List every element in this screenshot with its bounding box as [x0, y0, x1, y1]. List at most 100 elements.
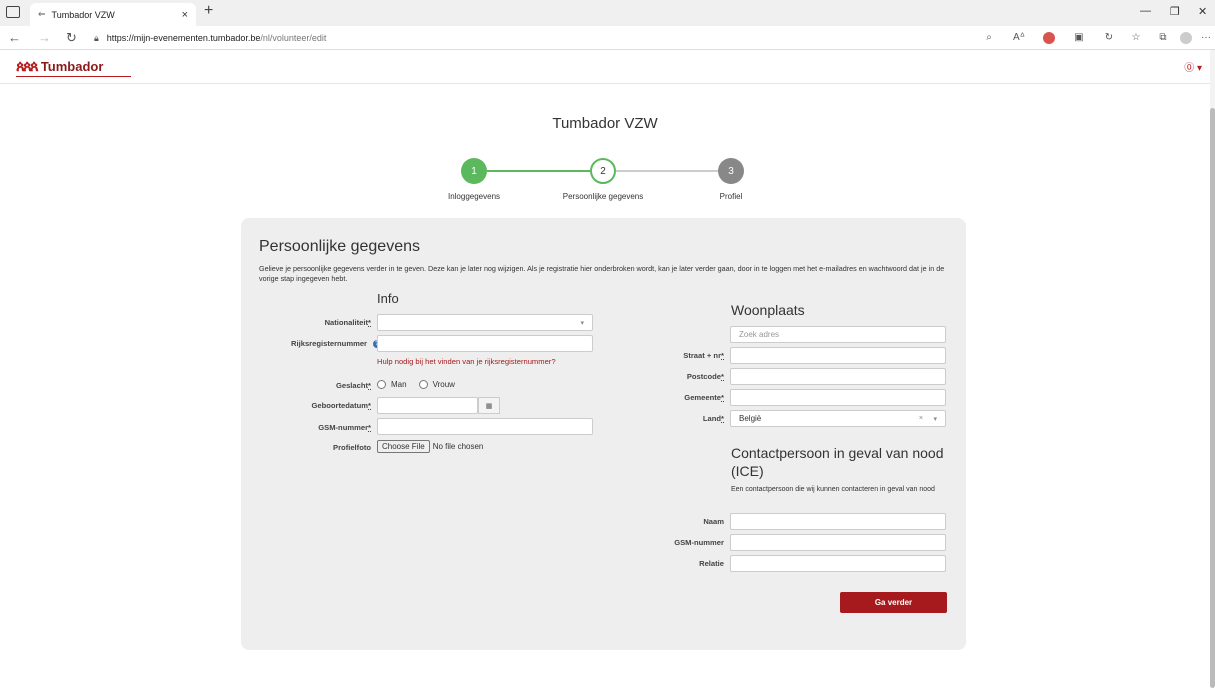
city-input[interactable] [730, 389, 946, 406]
street-label: Straat + nr* [601, 351, 724, 360]
photo-label: Profielfoto [333, 443, 371, 452]
new-tab-button[interactable]: + [204, 2, 213, 20]
file-status: No file chosen [432, 442, 484, 451]
scrollbar-thumb[interactable] [1210, 108, 1215, 688]
ice-gsm-label: GSM-nummer [674, 538, 724, 547]
step-1-circle: 1 [461, 158, 487, 184]
back-arrow-tab-icon: ⇐ [38, 9, 46, 19]
logo-text: Tumbador [40, 59, 104, 74]
ice-gsm-input[interactable] [730, 534, 946, 551]
back-icon[interactable]: ← [8, 30, 21, 45]
gender-radio-group: Man Vrouw [377, 380, 467, 389]
rrn-input[interactable] [377, 335, 593, 352]
gender-label: Geslacht* [261, 381, 371, 390]
sync-extension-icon[interactable]: ↻ [1103, 32, 1115, 44]
calendar-icon[interactable]: ▦ [478, 397, 500, 414]
city-label-text: Gemeente [684, 393, 722, 402]
ice-name-label: Naam [703, 517, 724, 526]
clear-icon[interactable]: × [919, 415, 923, 422]
forward-icon[interactable]: → [38, 30, 51, 45]
rrn-label: Rijksregisternummer? [251, 339, 381, 348]
city-label: Gemeente* [601, 393, 724, 402]
postcode-label: Postcode* [601, 372, 724, 381]
page-title: Tumbador VZW [552, 115, 658, 132]
gender-option-vrouw[interactable]: Vrouw [418, 380, 455, 389]
rrn-label-text: Rijksregisternummer [291, 339, 367, 348]
tab-title: Tumbador VZW [51, 9, 115, 20]
birthdate-label: Geboortedatum* [261, 401, 371, 410]
ice-name-input[interactable] [730, 513, 946, 530]
collections-icon[interactable]: ⧉ [1157, 32, 1169, 44]
nationality-label: Nationaliteit* [261, 318, 371, 327]
residence-section-title: Woonplaats [731, 302, 805, 318]
step-connector-todo [616, 170, 718, 172]
favorites-icon[interactable]: ☆ [1130, 32, 1142, 44]
tumbador-logo[interactable]: ጰጰጰ Tumbador [16, 58, 103, 75]
step-2-label: Persoonlijke gegevens [562, 192, 644, 201]
gender-option-label: Man [391, 380, 407, 389]
close-window-icon[interactable]: ✕ [1198, 5, 1207, 18]
country-value: België [739, 414, 762, 423]
url-field[interactable]: 🔒︎ https://mijn-evenementen.tumbador.be /… [94, 30, 980, 46]
radio-button[interactable] [418, 380, 428, 389]
required-mark: * [721, 372, 724, 381]
gsm-label: GSM-nummer* [261, 423, 371, 432]
required-mark: * [721, 351, 724, 360]
required-mark: * [721, 393, 724, 402]
street-input[interactable] [730, 347, 946, 364]
refresh-icon[interactable]: ↻ [66, 30, 77, 46]
gsm-input[interactable] [377, 418, 593, 435]
extension-icon[interactable]: ▣ [1073, 32, 1085, 44]
close-tab-icon[interactable]: × [182, 9, 188, 21]
nationality-label-text: Nationaliteit [324, 318, 369, 327]
ice-section-title: Contactpersoon in geval van nood (ICE) [731, 445, 944, 479]
country-select[interactable]: België × ▾ [730, 410, 946, 427]
page-scrollbar[interactable] [1210, 50, 1215, 688]
adblock-extension-icon[interactable] [1043, 32, 1055, 44]
url-base: https://mijn-evenementen.tumbador.be [106, 33, 261, 43]
tab-actions-icon[interactable] [6, 6, 20, 18]
postcode-input[interactable] [730, 368, 946, 385]
birthdate-input[interactable] [377, 397, 478, 414]
user-menu-dropdown[interactable]: ⓪ ▾ [1184, 59, 1202, 74]
read-aloud-icon[interactable]: Aᐞ [1013, 32, 1025, 44]
required-mark: * [368, 423, 371, 432]
maximize-icon[interactable]: ❐ [1170, 5, 1180, 18]
wizard-steps: 1 2 3 Inloggegevens Persoonlijke gegeven… [0, 155, 1210, 205]
step-3-circle: 3 [718, 158, 744, 184]
required-mark: * [721, 414, 724, 423]
chevron-down-icon: ▾ [580, 319, 584, 327]
more-menu-icon[interactable]: ··· [1200, 32, 1212, 44]
required-mark: * [368, 401, 371, 410]
profile-avatar-icon[interactable] [1180, 32, 1192, 44]
nationality-select[interactable]: ▾ [377, 314, 593, 331]
address-search-input[interactable]: Zoek adres [730, 326, 946, 343]
required-mark: * [368, 318, 371, 327]
birthdate-label-text: Geboortedatum [311, 401, 369, 410]
photo-file-input: Choose File No file chosen [377, 440, 483, 453]
address-bar: ← → ↻ 🔒︎ https://mijn-evenementen.tumbad… [0, 26, 1215, 50]
choose-file-button[interactable]: Choose File [377, 440, 430, 453]
url-path: /nl/volunteer/edit [260, 33, 327, 43]
ice-relation-input[interactable] [730, 555, 946, 572]
ice-description: Een contactpersoon die wij kunnen contac… [731, 486, 935, 493]
minimize-icon[interactable]: — [1140, 5, 1151, 17]
browser-tab[interactable]: ⇐ Tumbador VZW × [30, 3, 196, 26]
search-icon[interactable]: ⌕ [983, 32, 995, 44]
country-label: Land* [601, 414, 724, 423]
gender-option-label: Vrouw [432, 380, 455, 389]
required-mark: * [368, 381, 371, 390]
logo-underline [16, 76, 131, 77]
street-label-text: Straat + nr [683, 351, 722, 360]
step-1-label: Inloggegevens [447, 192, 501, 201]
continue-button[interactable]: Ga verder [840, 592, 947, 613]
form-intro: Gelieve je persoonlijke gegevens verder … [259, 264, 945, 283]
gender-option-man[interactable]: Man [377, 380, 407, 389]
radio-button[interactable] [377, 380, 386, 389]
chevron-down-icon: ▾ [933, 415, 937, 423]
postcode-label-text: Postcode [686, 372, 722, 381]
country-label-text: Land [702, 414, 722, 423]
rrn-help-link[interactable]: Hulp nodig bij het vinden van je rijksre… [377, 357, 556, 366]
step-connector-done [487, 170, 590, 172]
form-title: Persoonlijke gegevens [259, 238, 420, 255]
